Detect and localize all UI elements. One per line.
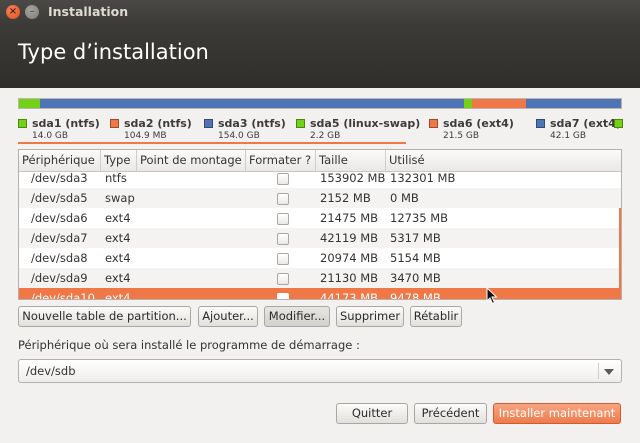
- window-titlebar: × – Installation: [0, 0, 640, 24]
- cell-used: 132301 MB: [390, 171, 456, 185]
- cell-used: 9478 MB: [390, 291, 441, 300]
- legend-partition-name: sda3 (ntfs): [218, 117, 286, 130]
- restore-button[interactable]: Rétablir: [410, 306, 462, 327]
- quit-button[interactable]: Quitter: [336, 403, 408, 424]
- cell-type: ext4: [105, 271, 131, 285]
- cell-type: ext4: [105, 251, 131, 265]
- legend-partition-size: 21.5 GB: [443, 131, 480, 141]
- table-body: /dev/sda3 ntfs 153902 MB 132301 MB/dev/sda5…: [19, 168, 621, 300]
- table-row[interactable]: /dev/sda7 ext4 42119 MB 5317 MB: [19, 228, 621, 248]
- legend-swatch: [429, 119, 438, 128]
- cell-device: /dev/sda5: [31, 191, 88, 205]
- dropdown-arrow-icon[interactable]: [604, 369, 614, 375]
- legend-swatch: [110, 119, 119, 128]
- legend-partition-size: 154.0 GB: [218, 131, 260, 141]
- cell-used: 3470 MB: [390, 271, 441, 285]
- partition-bar-segment: [525, 99, 621, 108]
- cell-used: 5317 MB: [390, 231, 441, 245]
- legend-partition-size: 2.2 GB: [310, 131, 341, 141]
- legend-swatch: [614, 119, 623, 128]
- bootloader-label: Périphérique où sera installé le program…: [18, 338, 360, 352]
- legend-partition-size: 14.0 GB: [32, 131, 69, 141]
- cell-type: ext4: [105, 291, 131, 300]
- cell-type: ntfs: [105, 171, 127, 185]
- table-row[interactable]: /dev/sda6 ext4 21475 MB 12735 MB: [19, 208, 621, 228]
- back-button[interactable]: Précédent: [414, 403, 487, 424]
- cell-device: /dev/sda3: [31, 171, 88, 185]
- format-checkbox[interactable]: [277, 213, 289, 225]
- page-header: Type d’installation: [0, 24, 640, 88]
- table-row[interactable]: /dev/sda8 ext4 20974 MB 5154 MB: [19, 248, 621, 268]
- partition-bar-segment: [19, 99, 41, 108]
- page-title: Type d’installation: [18, 40, 209, 64]
- legend-partition-name: sda1 (ntfs): [32, 117, 100, 130]
- legend-partition-name: sda5 (linux-swap): [310, 117, 421, 130]
- window-title: Installation: [48, 4, 129, 19]
- format-checkbox[interactable]: [277, 273, 289, 285]
- cell-device: /dev/sda8: [31, 251, 88, 265]
- row-change-marker: [619, 228, 621, 248]
- cell-size: 20974 MB: [320, 251, 379, 265]
- add-partition-button[interactable]: Ajouter...: [198, 306, 258, 327]
- partition-legend: sda1 (ntfs) 14.0 GB sda2 (ntfs) 104.9 MB sda…: [18, 117, 640, 143]
- cell-size: 42119 MB: [320, 231, 379, 245]
- legend-partition-name: sda7 (ext4): [550, 117, 621, 130]
- legend-partition-size: 42.1 GB: [550, 131, 587, 141]
- install-now-button[interactable]: Installer maintenant: [493, 403, 621, 424]
- new-partition-table-button[interactable]: Nouvelle table de partition...: [18, 306, 191, 327]
- table-row[interactable]: /dev/sda5 swap 2152 MB 0 MB: [19, 188, 621, 208]
- format-checkbox[interactable]: [277, 253, 289, 265]
- select-divider: [598, 363, 599, 379]
- close-window-button[interactable]: ×: [6, 5, 20, 19]
- legend-swatch: [18, 119, 27, 128]
- bootloader-device-select[interactable]: /dev/sdb: [18, 359, 622, 383]
- cell-size: 44173 MB: [320, 291, 379, 300]
- selection-underline: [18, 142, 406, 144]
- cell-size: 21130 MB: [320, 271, 379, 285]
- partition-bar-segment: [471, 99, 526, 108]
- cell-device: /dev/sda10: [31, 291, 95, 300]
- legend-partition-name: sda2 (ntfs): [124, 117, 192, 130]
- cell-size: 153902 MB: [320, 171, 386, 185]
- partition-bar-segment: [464, 99, 472, 108]
- minimize-window-button[interactable]: –: [25, 5, 39, 19]
- format-checkbox[interactable]: [277, 233, 289, 245]
- row-change-marker: [619, 268, 621, 288]
- format-checkbox[interactable]: [277, 293, 289, 299]
- row-change-marker: [619, 248, 621, 268]
- bootloader-device-value: /dev/sdb: [26, 364, 76, 378]
- cell-type: ext4: [105, 211, 131, 225]
- legend-swatch: [204, 119, 213, 128]
- cell-type: ext4: [105, 231, 131, 245]
- table-row[interactable]: /dev/sda10 ext4 44173 MB 9478 MB: [19, 288, 621, 300]
- row-change-marker: [619, 208, 621, 228]
- table-row[interactable]: /dev/sda3 ntfs 153902 MB 132301 MB: [19, 168, 621, 188]
- cell-device: /dev/sda6: [31, 211, 88, 225]
- cell-device: /dev/sda7: [31, 231, 88, 245]
- cell-used: 0 MB: [390, 191, 419, 205]
- table-row[interactable]: /dev/sda9 ext4 21130 MB 3470 MB: [19, 268, 621, 288]
- legend-partition-size: 104.9 MB: [124, 131, 167, 141]
- format-checkbox[interactable]: [277, 173, 289, 185]
- partition-table[interactable]: Périphérique Type Point de montage Forma…: [18, 149, 622, 300]
- cell-type: swap: [105, 191, 135, 205]
- partition-usage-bar: [18, 98, 622, 109]
- legend-swatch: [296, 119, 305, 128]
- legend-swatch: [536, 119, 545, 128]
- format-checkbox[interactable]: [277, 193, 289, 205]
- mouse-cursor-icon: [486, 287, 498, 305]
- modify-partition-button[interactable]: Modifier...: [264, 306, 330, 327]
- cell-used: 5154 MB: [390, 251, 441, 265]
- partition-bar-segment: [40, 99, 465, 108]
- cell-used: 12735 MB: [390, 211, 449, 225]
- cell-size: 21475 MB: [320, 211, 379, 225]
- cell-size: 2152 MB: [320, 191, 371, 205]
- delete-partition-button[interactable]: Supprimer: [336, 306, 404, 327]
- legend-partition-name: sda6 (ext4): [443, 117, 514, 130]
- cell-device: /dev/sda9: [31, 271, 88, 285]
